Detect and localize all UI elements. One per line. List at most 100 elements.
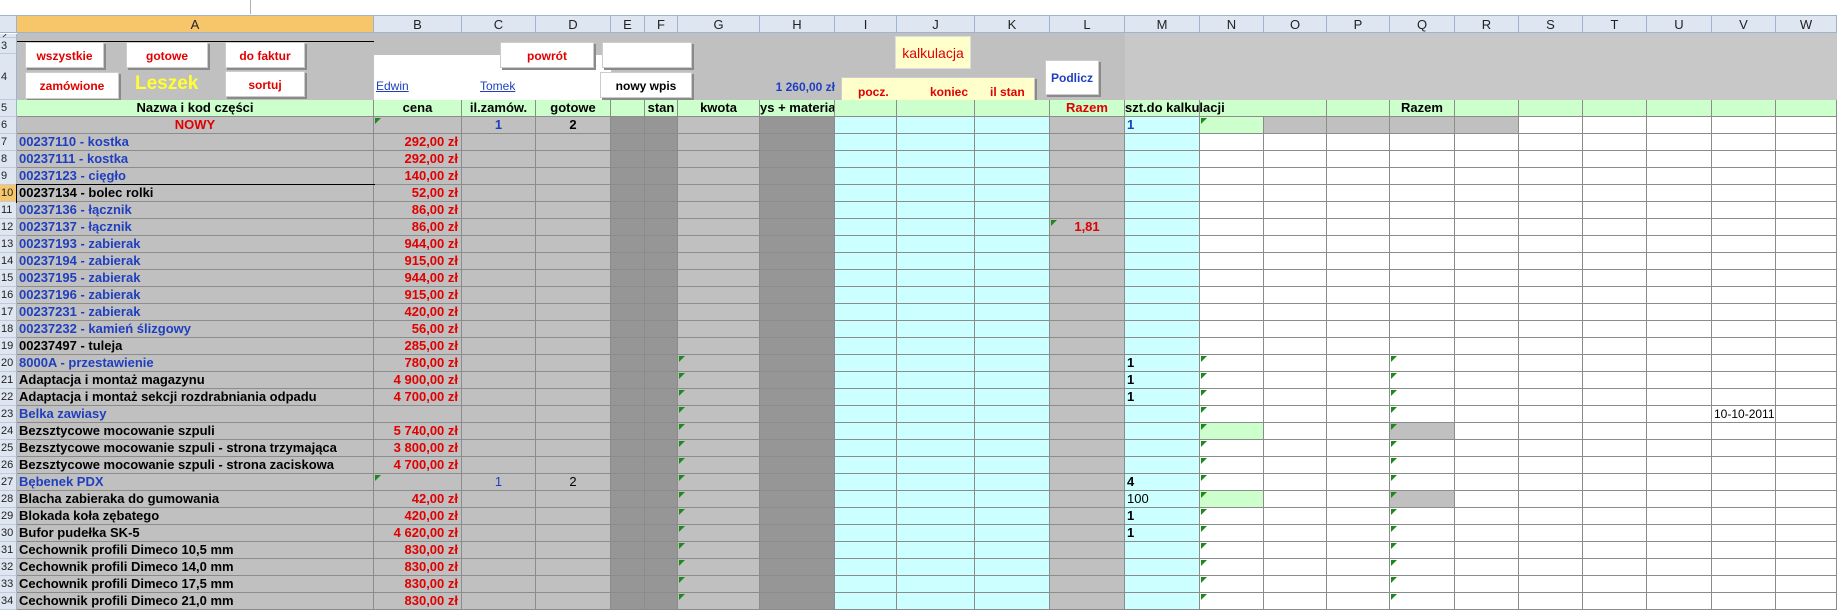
cell-d23[interactable]	[536, 406, 611, 423]
cell-u30[interactable]	[1647, 525, 1712, 542]
cell-s33[interactable]	[1519, 576, 1583, 593]
cell-o18[interactable]	[1264, 321, 1327, 338]
cell-f26[interactable]	[645, 457, 678, 474]
cell-w25[interactable]	[1776, 440, 1837, 457]
cell-i16[interactable]	[835, 287, 897, 304]
cell-h23[interactable]	[760, 406, 835, 423]
cell-s16[interactable]	[1519, 287, 1583, 304]
price-cell[interactable]: 140,00 zł	[374, 168, 462, 185]
cell-f11[interactable]	[645, 202, 678, 219]
cell-r30[interactable]	[1455, 525, 1519, 542]
cell-d21[interactable]	[536, 372, 611, 389]
edwin-link[interactable]: Edwin	[376, 79, 409, 93]
cell-j16[interactable]	[897, 287, 975, 304]
cell-l9[interactable]	[1050, 168, 1125, 185]
part-name-cell[interactable]: Bufor pudełka SK-5	[17, 525, 374, 542]
cell-e34[interactable]	[611, 593, 645, 610]
cell-h10[interactable]	[760, 185, 835, 202]
cell-w32[interactable]	[1776, 559, 1837, 576]
cell-e9[interactable]	[611, 168, 645, 185]
cell-p8[interactable]	[1327, 151, 1390, 168]
cell-k32[interactable]	[975, 559, 1050, 576]
cell-e27[interactable]	[611, 474, 645, 491]
part-name-cell[interactable]: 00237134 - bolec rolki	[16, 184, 375, 203]
cell-p14[interactable]	[1327, 253, 1390, 270]
row-header-32[interactable]: 32	[0, 559, 17, 576]
cell-h24[interactable]	[760, 423, 835, 440]
cell-n32[interactable]	[1200, 559, 1264, 576]
cell-r8[interactable]	[1455, 151, 1519, 168]
price-cell[interactable]: 420,00 zł	[374, 304, 462, 321]
cell-i21[interactable]	[835, 372, 897, 389]
cell-l27[interactable]	[1050, 474, 1125, 491]
price-cell[interactable]: 285,00 zł	[374, 338, 462, 355]
cell-n21[interactable]	[1200, 372, 1264, 389]
cell-e25[interactable]	[611, 440, 645, 457]
cell-k16[interactable]	[975, 287, 1050, 304]
cell-v23[interactable]: 10-10-2011	[1712, 406, 1776, 423]
cell-u17[interactable]	[1647, 304, 1712, 321]
cell-h22[interactable]	[760, 389, 835, 406]
cell-h21[interactable]	[760, 372, 835, 389]
pocz-button[interactable]: pocz.	[858, 85, 889, 99]
cell-e19[interactable]	[611, 338, 645, 355]
cell-l22[interactable]	[1050, 389, 1125, 406]
cell-n20[interactable]	[1200, 355, 1264, 372]
cell-w15[interactable]	[1776, 270, 1837, 287]
cell-m12[interactable]	[1125, 219, 1200, 236]
cell-s28[interactable]	[1519, 491, 1583, 508]
cell-w13[interactable]	[1776, 236, 1837, 253]
cell-m8[interactable]	[1125, 151, 1200, 168]
cell-m22[interactable]: 1	[1125, 389, 1200, 406]
cell-e15[interactable]	[611, 270, 645, 287]
cell-r24[interactable]	[1455, 423, 1519, 440]
column-header-u[interactable]: U	[1647, 16, 1712, 33]
cell-d28[interactable]	[536, 491, 611, 508]
cell-r28[interactable]	[1455, 491, 1519, 508]
cell-o7[interactable]	[1264, 134, 1327, 151]
cell-e13[interactable]	[611, 236, 645, 253]
cell-i28[interactable]	[835, 491, 897, 508]
row6-cell-r[interactable]	[1455, 117, 1519, 134]
cell-q16[interactable]	[1390, 287, 1455, 304]
cell-p15[interactable]	[1327, 270, 1390, 287]
part-name-cell[interactable]: Cechownik profili Dimeco 17,5 mm	[17, 576, 374, 593]
cell-t10[interactable]	[1583, 185, 1647, 202]
row6-cell-c[interactable]: 1	[462, 117, 536, 134]
cell-j34[interactable]	[897, 593, 975, 610]
cell-q19[interactable]	[1390, 338, 1455, 355]
cell-f18[interactable]	[645, 321, 678, 338]
cell-d9[interactable]	[536, 168, 611, 185]
column-header-d[interactable]: D	[536, 16, 611, 33]
cell-w30[interactable]	[1776, 525, 1837, 542]
cell-o30[interactable]	[1264, 525, 1327, 542]
cell-g8[interactable]	[678, 151, 760, 168]
part-name-cell[interactable]: 00237497 - tuleja	[17, 338, 374, 355]
column-header-v[interactable]: V	[1712, 16, 1776, 33]
cell-p19[interactable]	[1327, 338, 1390, 355]
cell-k13[interactable]	[975, 236, 1050, 253]
cell-h7[interactable]	[760, 134, 835, 151]
part-name-cell[interactable]: Cechownik profili Dimeco 10,5 mm	[17, 542, 374, 559]
cell-e18[interactable]	[611, 321, 645, 338]
cell-t22[interactable]	[1583, 389, 1647, 406]
cell-k8[interactable]	[975, 151, 1050, 168]
cell-c16[interactable]	[462, 287, 536, 304]
row6-cell-d[interactable]: 2	[536, 117, 611, 134]
cell-j18[interactable]	[897, 321, 975, 338]
cell-h18[interactable]	[760, 321, 835, 338]
cell-e11[interactable]	[611, 202, 645, 219]
cell-r33[interactable]	[1455, 576, 1519, 593]
cell-n14[interactable]	[1200, 253, 1264, 270]
cell-m10[interactable]	[1125, 185, 1200, 202]
cell-r27[interactable]	[1455, 474, 1519, 491]
cell-f32[interactable]	[645, 559, 678, 576]
cell-j8[interactable]	[897, 151, 975, 168]
cell-l23[interactable]	[1050, 406, 1125, 423]
cell-m20[interactable]: 1	[1125, 355, 1200, 372]
cell-i34[interactable]	[835, 593, 897, 610]
cell-j26[interactable]	[897, 457, 975, 474]
cell-j31[interactable]	[897, 542, 975, 559]
cell-d34[interactable]	[536, 593, 611, 610]
price-cell[interactable]: 4 900,00 zł	[374, 372, 462, 389]
